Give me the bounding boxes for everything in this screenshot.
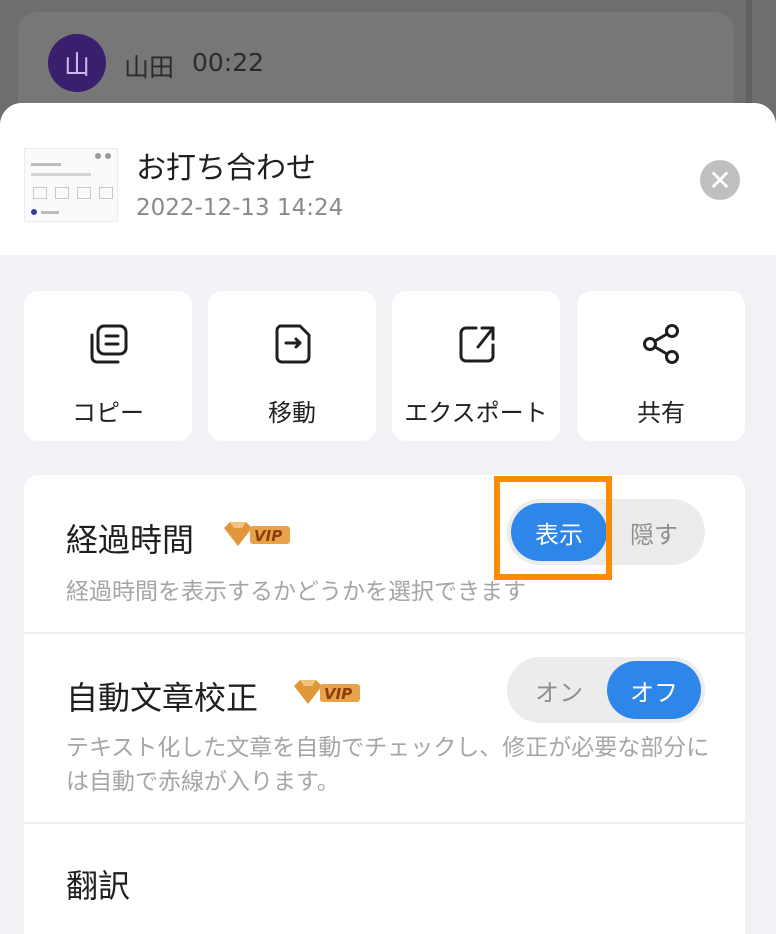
speaker-name: 山田 — [124, 53, 175, 82]
vip-badge-text: VIP — [324, 685, 352, 703]
elapsed-time-toggle[interactable]: 表示 隠す — [507, 499, 705, 565]
sheet-header: お打ち合わせ 2022-12-13 14:24 ✕ — [0, 103, 776, 255]
vip-badge-icon: VIP — [294, 680, 360, 704]
recording-thumbnail — [24, 148, 118, 222]
move-label: 移動 — [268, 399, 316, 427]
copy-icon — [90, 324, 128, 364]
recording-date: 2022-12-13 14:24 — [136, 195, 344, 221]
elapsed-time-show-option[interactable]: 表示 — [511, 503, 607, 561]
translate-title[interactable]: 翻訳 — [66, 861, 130, 907]
auto-proofread-title: 自動文章校正 — [66, 679, 259, 717]
divider — [24, 632, 745, 634]
share-label: 共有 — [637, 399, 685, 427]
settings-list: 経過時間 VIP 経過時間を表示するかどうかを選択できます 表示 隠す 自動文章… — [24, 475, 745, 934]
copy-button[interactable]: コピー — [24, 291, 192, 441]
elapsed-time-description: 経過時間を表示するかどうかを選択できます — [66, 579, 526, 605]
background-scrollbar — [746, 0, 752, 120]
auto-proofread-toggle[interactable]: オン オフ — [507, 657, 705, 723]
divider — [24, 822, 745, 824]
auto-proofread-off-option[interactable]: オフ — [607, 661, 701, 719]
move-button[interactable]: 移動 — [208, 291, 376, 441]
vip-badge-text: VIP — [254, 527, 282, 545]
elapsed-time-title: 経過時間 — [66, 521, 195, 559]
share-button[interactable]: 共有 — [577, 291, 745, 441]
close-button[interactable]: ✕ — [700, 160, 740, 200]
elapsed-time-hide-option[interactable]: 隠す — [607, 503, 701, 561]
recording-title: お打ち合わせ — [136, 151, 316, 186]
share-icon — [643, 324, 679, 364]
move-icon — [275, 324, 311, 364]
auto-proofread-description: テキスト化した文章を自動でチェックし、修正が必要な部分には自動で赤線が入ります。 — [66, 735, 710, 795]
close-icon: ✕ — [708, 163, 732, 197]
export-label: エクスポート — [404, 399, 548, 427]
vip-badge-icon: VIP — [224, 522, 290, 546]
speaker-timestamp: 00:22 — [192, 48, 265, 77]
options-sheet: お打ち合わせ 2022-12-13 14:24 ✕ コピー 移動 エクスポート — [0, 103, 776, 934]
copy-label: コピー — [72, 399, 144, 427]
export-icon — [459, 326, 495, 363]
export-button[interactable]: エクスポート — [392, 291, 560, 441]
auto-proofread-on-option[interactable]: オン — [511, 661, 607, 719]
avatar: 山 — [48, 34, 106, 92]
